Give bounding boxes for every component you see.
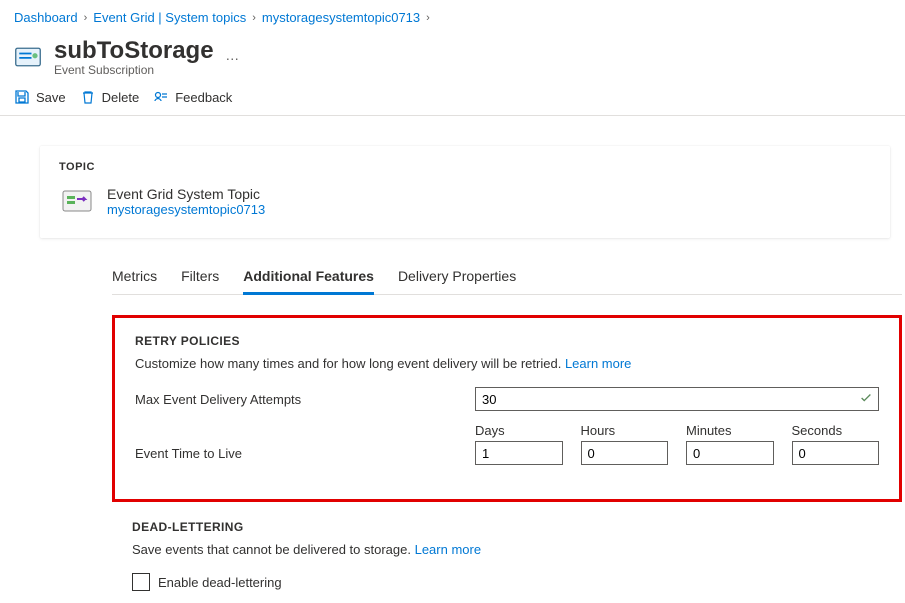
retry-learn-more-link[interactable]: Learn more <box>565 356 631 371</box>
topic-name-link[interactable]: mystoragesystemtopic0713 <box>107 202 265 217</box>
check-icon <box>859 391 873 405</box>
save-icon <box>14 89 30 105</box>
page-title: subToStorage <box>54 37 214 65</box>
ttl-days-input[interactable] <box>475 441 563 465</box>
event-subscription-icon <box>14 43 42 71</box>
ttl-seconds-input[interactable] <box>792 441 880 465</box>
tab-delivery-properties[interactable]: Delivery Properties <box>398 262 516 295</box>
ttl-minutes-input[interactable] <box>686 441 774 465</box>
retry-policies-section: RETRY POLICIES Customize how many times … <box>112 315 902 502</box>
feedback-button[interactable]: Feedback <box>153 89 232 105</box>
event-grid-topic-icon <box>59 183 95 219</box>
breadcrumb-item-topic[interactable]: mystoragesystemtopic0713 <box>262 10 420 25</box>
feedback-button-label: Feedback <box>175 90 232 105</box>
ttl-seconds-label: Seconds <box>792 423 880 438</box>
chevron-right-icon: › <box>84 12 88 24</box>
ttl-hours-input[interactable] <box>581 441 669 465</box>
resource-header: subToStorage … Event Subscription <box>0 29 905 77</box>
enable-dead-lettering-label: Enable dead-lettering <box>158 575 282 590</box>
topic-type: Event Grid System Topic <box>107 186 265 202</box>
dead-lettering-description: Save events that cannot be delivered to … <box>132 542 882 557</box>
breadcrumb-item-dashboard[interactable]: Dashboard <box>14 10 78 25</box>
chevron-right-icon: › <box>426 12 430 24</box>
deadletter-learn-more-link[interactable]: Learn more <box>415 542 481 557</box>
retry-policies-title: RETRY POLICIES <box>135 334 879 348</box>
delete-button[interactable]: Delete <box>80 89 140 105</box>
trash-icon <box>80 89 96 105</box>
topic-card: TOPIC Event Grid System Topic mystorages… <box>40 146 890 238</box>
topic-card-label: TOPIC <box>59 161 871 173</box>
ttl-hours-label: Hours <box>581 423 669 438</box>
toolbar: Save Delete Feedback <box>0 77 905 116</box>
breadcrumb-item-eventgrid[interactable]: Event Grid | System topics <box>93 10 246 25</box>
tab-metrics[interactable]: Metrics <box>112 262 157 295</box>
ttl-label: Event Time to Live <box>135 446 475 465</box>
feedback-icon <box>153 89 169 105</box>
max-attempts-input[interactable] <box>475 387 879 411</box>
page-subtitle: Event Subscription <box>54 63 248 77</box>
retry-policies-description: Customize how many times and for how lon… <box>135 356 879 371</box>
delete-button-label: Delete <box>102 90 140 105</box>
max-attempts-label: Max Event Delivery Attempts <box>135 392 475 407</box>
enable-dead-lettering-checkbox[interactable] <box>132 573 150 591</box>
tab-filters[interactable]: Filters <box>181 262 219 295</box>
save-button[interactable]: Save <box>14 89 66 105</box>
tab-additional-features[interactable]: Additional Features <box>243 262 374 295</box>
dead-lettering-section: DEAD-LETTERING Save events that cannot b… <box>112 502 902 601</box>
chevron-right-icon: › <box>252 12 256 24</box>
dead-lettering-title: DEAD-LETTERING <box>132 520 882 534</box>
tabs: Metrics Filters Additional Features Deli… <box>112 256 902 295</box>
ttl-days-label: Days <box>475 423 563 438</box>
more-menu-icon[interactable]: … <box>217 47 248 63</box>
breadcrumb: Dashboard › Event Grid | System topics ›… <box>0 0 905 29</box>
save-button-label: Save <box>36 90 66 105</box>
ttl-minutes-label: Minutes <box>686 423 774 438</box>
